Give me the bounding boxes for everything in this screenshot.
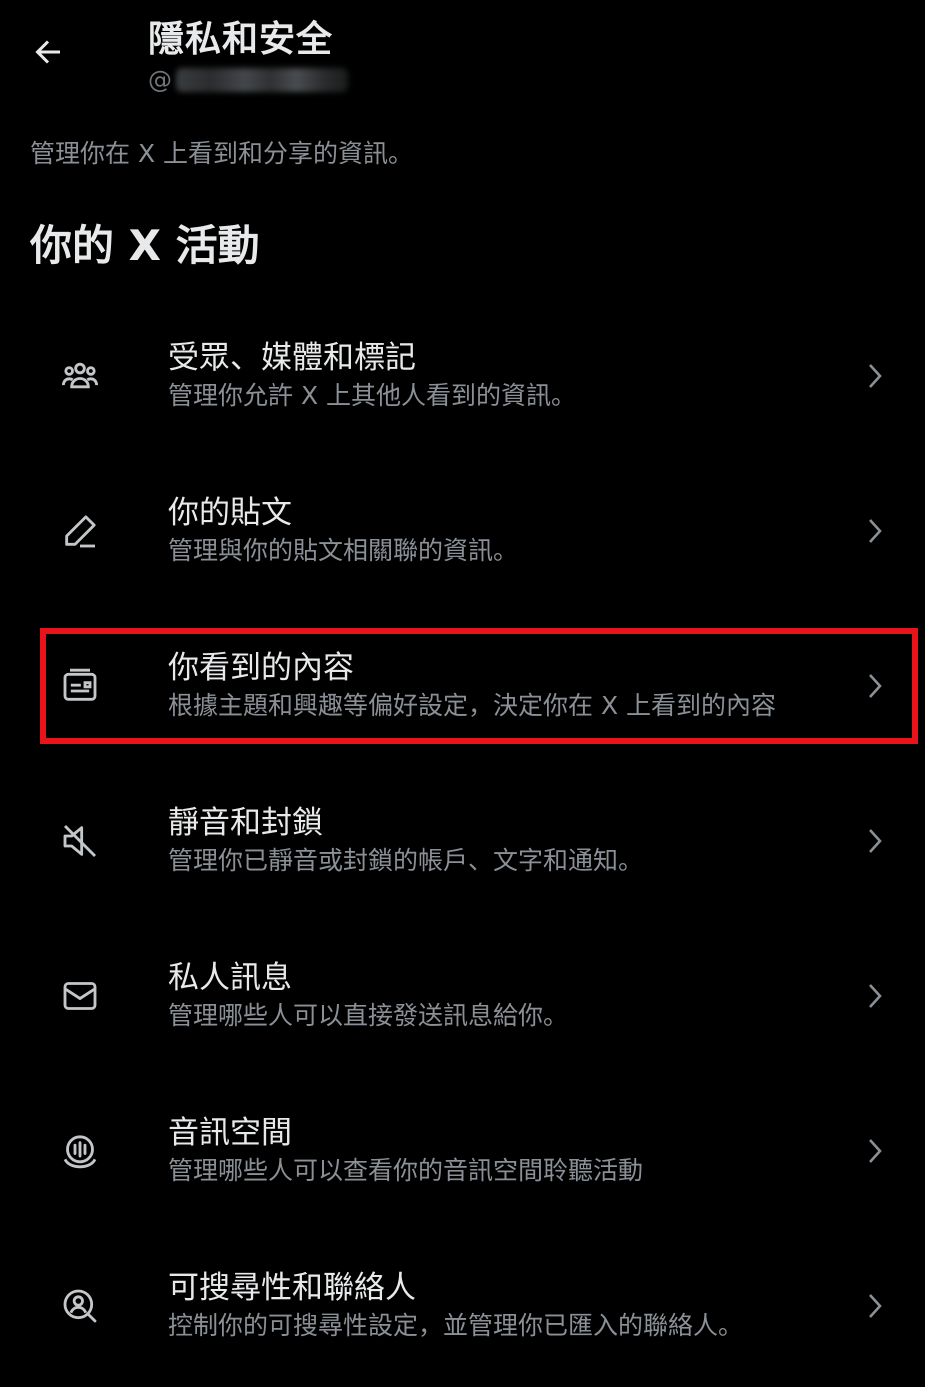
handle-prefix: @ xyxy=(148,66,172,94)
menu-item-label: 音訊空間 xyxy=(168,1114,292,1151)
chevron-right-icon xyxy=(861,827,889,855)
redacted-username xyxy=(176,68,348,92)
menu-item-description: 管理哪些人可以查看你的音訊空間聆聽活動 xyxy=(168,1155,644,1185)
chevron-right-icon xyxy=(861,982,889,1010)
chevron-right-icon xyxy=(861,672,889,700)
settings-menu: 受眾、媒體和標記 管理你允許 X 上其他人看到的資訊。 你的貼文 管理與你的貼文… xyxy=(0,298,925,1383)
menu-item-description: 控制你的可搜尋性設定，並管理你已匯入的聯絡人。 xyxy=(168,1310,744,1340)
chevron-right-icon xyxy=(861,517,889,545)
chevron-right-icon xyxy=(861,1137,889,1165)
menu-item-label: 靜音和封鎖 xyxy=(168,804,323,841)
menu-item-label: 你看到的內容 xyxy=(168,649,354,686)
mute-icon xyxy=(58,819,102,863)
back-button[interactable] xyxy=(24,28,72,76)
menu-item-your-posts[interactable]: 你的貼文 管理與你的貼文相關聯的資訊。 xyxy=(0,453,925,608)
menu-item-label: 可搜尋性和聯絡人 xyxy=(168,1269,416,1306)
menu-item-description: 根據主題和興趣等偏好設定，決定你在 X 上看到的內容 xyxy=(168,690,777,720)
spaces-icon xyxy=(58,1129,102,1173)
menu-item-discoverability-contacts[interactable]: 可搜尋性和聯絡人 控制你的可搜尋性設定，並管理你已匯入的聯絡人。 xyxy=(0,1228,925,1383)
chevron-right-icon xyxy=(861,362,889,390)
envelope-icon xyxy=(58,974,102,1018)
pencil-icon xyxy=(58,509,102,553)
menu-item-label: 你的貼文 xyxy=(168,494,292,531)
menu-item-direct-messages[interactable]: 私人訊息 管理哪些人可以直接發送訊息給你。 xyxy=(0,918,925,1073)
menu-item-mute-block[interactable]: 靜音和封鎖 管理你已靜音或封鎖的帳戶、文字和通知。 xyxy=(0,763,925,918)
chevron-right-icon xyxy=(861,1292,889,1320)
people-icon xyxy=(58,354,102,398)
menu-item-description: 管理你已靜音或封鎖的帳戶、文字和通知。 xyxy=(168,845,644,875)
menu-item-label: 受眾、媒體和標記 xyxy=(168,339,416,376)
page-title: 隱私和安全 xyxy=(148,19,334,60)
menu-item-description: 管理哪些人可以直接發送訊息給你。 xyxy=(168,1000,569,1030)
content-card-icon xyxy=(58,664,102,708)
search-person-icon xyxy=(58,1284,102,1328)
menu-item-description: 管理與你的貼文相關聯的資訊。 xyxy=(168,535,519,565)
page-description: 管理你在 X 上看到和分享的資訊。 xyxy=(30,139,414,168)
account-handle: @ xyxy=(148,64,348,96)
menu-item-spaces[interactable]: 音訊空間 管理哪些人可以查看你的音訊空間聆聽活動 xyxy=(0,1073,925,1228)
top-app-bar: 隱私和安全 @ xyxy=(0,0,925,110)
menu-item-label: 私人訊息 xyxy=(168,959,292,996)
menu-item-audience-media-tagging[interactable]: 受眾、媒體和標記 管理你允許 X 上其他人看到的資訊。 xyxy=(0,298,925,453)
section-title: 你的 X 活動 xyxy=(30,221,260,270)
menu-item-content-you-see[interactable]: 你看到的內容 根據主題和興趣等偏好設定，決定你在 X 上看到的內容 xyxy=(0,608,925,763)
menu-item-description: 管理你允許 X 上其他人看到的資訊。 xyxy=(168,380,577,410)
arrow-left-icon xyxy=(30,34,66,70)
